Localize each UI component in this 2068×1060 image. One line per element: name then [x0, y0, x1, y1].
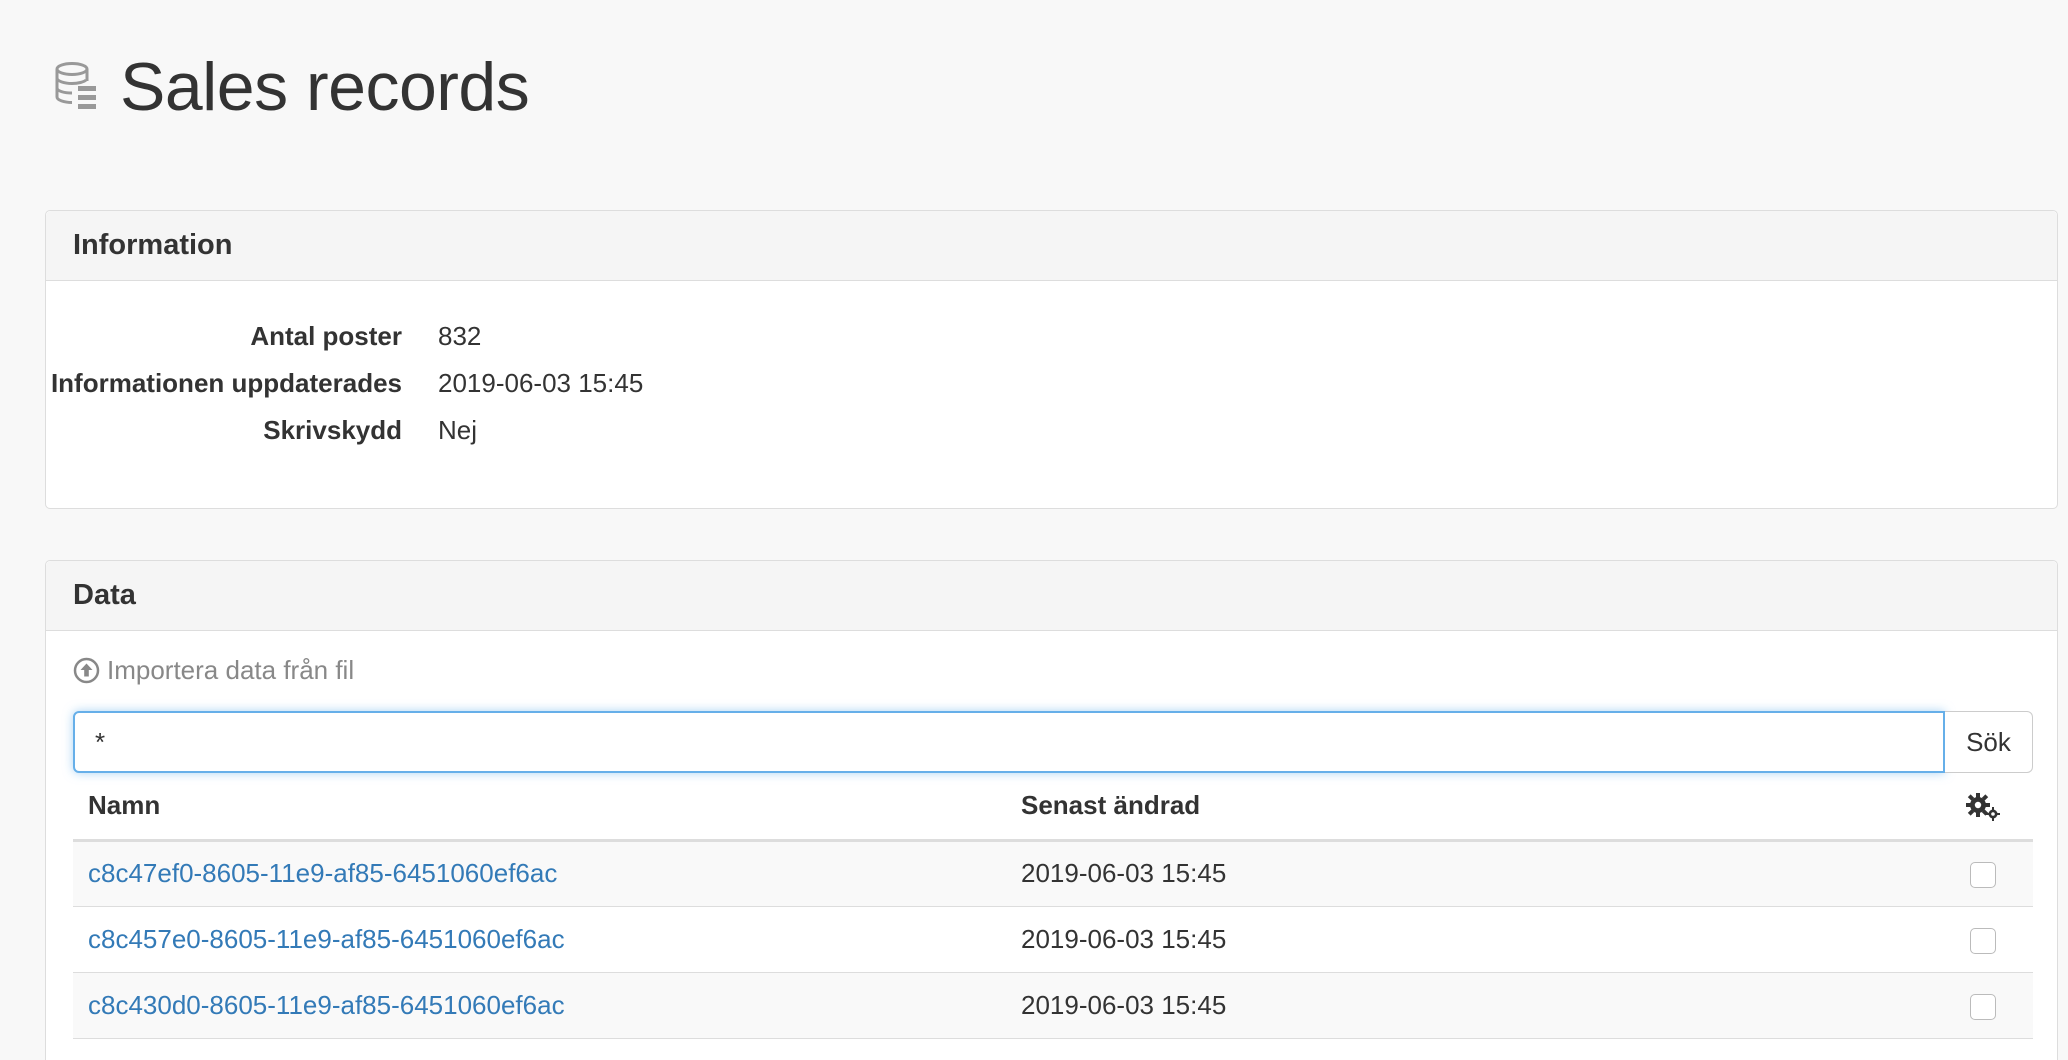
upload-circle-icon: [73, 657, 100, 684]
info-label: Informationen uppdaterades: [50, 368, 402, 398]
record-checkbox[interactable]: [1970, 993, 1996, 1020]
table-row: c8c430d0-8605-11e9-af85-6451060ef6ac 201…: [73, 972, 2033, 1039]
record-name-cell: c8c47ef0-8605-11e9-af85-6451060ef6ac: [73, 840, 1006, 907]
table-row: c8c457e0-8605-11e9-af85-6451060ef6ac 201…: [73, 906, 2033, 973]
gears-icon[interactable]: [1964, 792, 2002, 822]
search-input[interactable]: [73, 711, 1945, 773]
record-select-cell: [1933, 972, 2033, 1039]
info-row-record-count: Antal poster 832: [46, 313, 2057, 360]
record-modified-cell: 2019-06-03 15:45: [1006, 906, 1933, 973]
info-label: Skrivskydd: [263, 415, 402, 445]
data-panel-title: Data: [73, 579, 136, 611]
record-name-cell: c8c457e0-8605-11e9-af85-6451060ef6ac: [73, 906, 1006, 973]
info-value: 2019-06-03 15:45: [438, 368, 644, 398]
page-title: Sales records: [120, 49, 530, 125]
search-button[interactable]: Sök: [1945, 711, 2033, 773]
column-header-name[interactable]: Namn: [73, 773, 1006, 842]
record-modified-cell: 2019-06-03 15:45: [1006, 972, 1933, 1039]
column-header-modified[interactable]: Senast ändrad: [1006, 773, 1933, 842]
record-select-cell: [1933, 840, 2033, 907]
import-data-label: Importera data från fil: [107, 655, 355, 685]
data-panel: Data Importera data från fil Sök Namn Se…: [45, 560, 2058, 1060]
table-header-row: Namn Senast ändrad: [73, 773, 2033, 842]
import-data-link[interactable]: Importera data från fil: [73, 655, 354, 686]
information-list: Antal poster 832 Informationen uppdatera…: [46, 313, 2057, 454]
record-link[interactable]: c8c430d0-8605-11e9-af85-6451060ef6ac: [88, 990, 565, 1020]
record-name-cell: c8c430d0-8605-11e9-af85-6451060ef6ac: [73, 972, 1006, 1039]
info-value: Nej: [438, 415, 478, 445]
table-row: c8c47ef0-8605-11e9-af85-6451060ef6ac 201…: [73, 840, 2033, 907]
database-icon: [52, 60, 100, 114]
data-panel-heading: Data: [46, 561, 2057, 631]
record-checkbox[interactable]: [1970, 862, 1996, 889]
records-table: Namn Senast ändrad c8c47ef0-8605-11e9-af…: [73, 773, 2033, 1039]
information-panel-title: Information: [73, 229, 233, 261]
page-header: Sales records: [52, 44, 530, 130]
information-panel-heading: Information: [46, 211, 2057, 281]
info-label: Antal poster: [250, 321, 402, 351]
column-header-actions[interactable]: [1933, 773, 2033, 842]
record-modified-cell: 2019-06-03 15:45: [1006, 840, 1933, 907]
record-checkbox[interactable]: [1970, 927, 1996, 954]
info-row-write-protection: Skrivskydd Nej: [46, 407, 2057, 454]
information-panel: Information Antal poster 832 Information…: [45, 210, 2058, 509]
search-group: Sök: [73, 711, 2033, 773]
record-select-cell: [1933, 906, 2033, 973]
record-link[interactable]: c8c47ef0-8605-11e9-af85-6451060ef6ac: [88, 858, 557, 888]
info-value: 832: [438, 321, 482, 351]
info-row-updated: Informationen uppdaterades 2019-06-03 15…: [46, 360, 2057, 407]
record-link[interactable]: c8c457e0-8605-11e9-af85-6451060ef6ac: [88, 924, 565, 954]
